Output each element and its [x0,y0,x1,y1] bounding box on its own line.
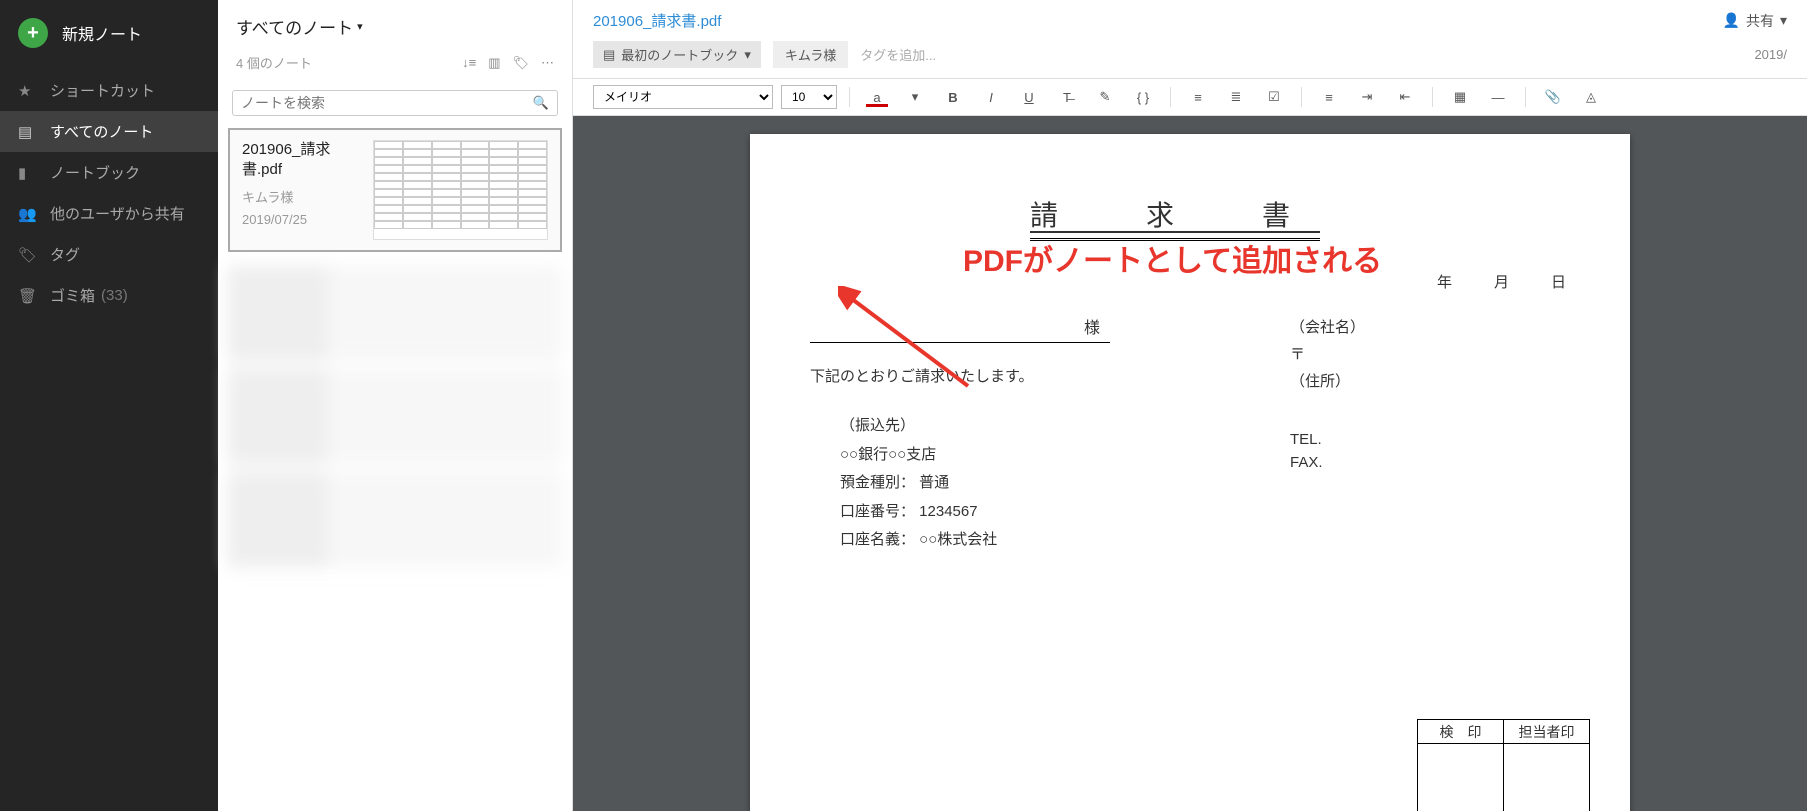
card-thumbnail [373,140,548,240]
share-icon: 👤 [1723,12,1740,29]
chevron-down-icon: ▾ [744,47,751,63]
nav-label: タグ [50,244,80,265]
tel: TEL. [1290,431,1570,448]
account-name: 口座名義： ○○株式会社 [840,526,1290,555]
sidebar: + 新規ノート ★ ショートカット ▤ すべてのノート ▮ ノートブック 👥 他… [0,0,218,811]
chevron-down-icon[interactable]: ▾ [900,85,930,109]
attachment-button[interactable]: 📎 [1538,85,1568,109]
account-type: 預金種別： 普通 [840,469,1290,498]
notebook-icon: ▮ [18,164,36,182]
share-label: 共有 [1746,11,1774,31]
notebook-selector[interactable]: ▤ 最初のノートブック ▾ [593,41,761,68]
notebook-icon: ▤ [603,47,615,63]
outdent-button[interactable]: ⇤ [1390,85,1420,109]
invoice-message: 下記のとおりご請求いたします。 [810,365,1290,386]
nav-shared[interactable]: 👥 他のユーザから共有 [0,193,218,234]
plus-icon: + [18,18,48,48]
strikethrough-button[interactable]: T̶ [1052,85,1082,109]
stamp-table: 検 印担当者印 [1417,719,1590,811]
nav-tags[interactable]: 🏷 タグ [0,234,218,275]
search-input[interactable] [241,95,533,111]
bold-button[interactable]: B [938,85,968,109]
more-button[interactable]: ◬ [1576,85,1606,109]
bullet-list-button[interactable]: ≡ [1183,85,1213,109]
nav-label: ノートブック [50,162,140,183]
table-button[interactable]: ▦ [1445,85,1475,109]
card-title: 201906_請求書.pdf [242,140,363,179]
bank-name: ○○銀行○○支店 [840,441,1290,470]
stamp-person-cell [1504,744,1590,811]
blurred-notes [218,256,572,811]
nav-all-notes[interactable]: ▤ すべてのノート [0,111,218,152]
hr-button[interactable]: — [1483,85,1513,109]
editor: 201906_請求書.pdf 👤 共有 ▾ ▤ 最初のノートブック ▾ キムラ様… [573,0,1807,811]
formatting-toolbar: メイリオ 10 a ▾ B I U T̶ ✎ { } ≡ ≣ ☑ ≡ ⇥ ⇤ ▦… [573,78,1807,116]
list-header: すべてのノート ▾ 4 個のノート ↓≡ ▥ 🏷 ⋯ [218,0,572,80]
nav-trash[interactable]: 🗑 ゴミ箱 (33) [0,275,218,316]
numbered-list-button[interactable]: ≣ [1221,85,1251,109]
fax: FAX. [1290,454,1570,471]
note-count: 4 個のノート [236,53,312,72]
checkbox-button[interactable]: ☑ [1259,85,1289,109]
nav-label: すべてのノート [50,121,153,142]
tag-icon: 🏷 [18,246,36,264]
nav-label: ショートカット [50,80,155,101]
card-tag: キムラ様 [242,187,363,206]
indent-button[interactable]: ⇥ [1352,85,1382,109]
invoice-bank-info: （振込先） ○○銀行○○支店 預金種別： 普通 口座番号： 1234567 口座… [810,412,1290,555]
note-card[interactable]: 201906_請求書.pdf キムラ様 2019/07/25 [228,128,562,252]
nav-trash-count: (33) [101,287,128,304]
search-box[interactable]: 🔍 [232,90,558,116]
postal-mark: 〒 [1290,343,1570,364]
card-date: 2019/07/25 [242,212,363,227]
share-button[interactable]: 👤 共有 ▾ [1723,11,1787,31]
highlight-button[interactable]: ✎ [1090,85,1120,109]
note-list-panel: すべてのノート ▾ 4 個のノート ↓≡ ▥ 🏷 ⋯ 🔍 201906_請求書.… [218,0,573,811]
font-size-select[interactable]: 10 [781,85,837,109]
stamp-inspect-header: 検 印 [1418,720,1504,744]
trash-icon: 🗑 [18,287,36,305]
address: （住所） [1290,370,1570,391]
chevron-down-icon: ▾ [1780,12,1787,29]
people-icon: 👥 [18,205,36,223]
tag-filter-button[interactable]: 🏷 [512,55,529,71]
new-note-label: 新規ノート [62,21,142,45]
notebook-name: 最初のノートブック [621,45,738,64]
font-color-button[interactable]: a [862,85,892,109]
font-select[interactable]: メイリオ [593,85,773,109]
nav-shortcuts[interactable]: ★ ショートカット [0,70,218,111]
stamp-person-header: 担当者印 [1504,720,1590,744]
document-canvas[interactable]: PDFがノートとして追加される 請 求 書 年 月 日 様 下記のとおりご請求い… [573,116,1807,811]
search-icon: 🔍 [533,95,549,111]
tag-input[interactable]: タグを追加... [860,45,936,64]
tag-chip[interactable]: キムラ様 [773,41,848,68]
sort-button[interactable]: ↓≡ [462,55,476,70]
stamp-inspect-cell [1418,744,1504,811]
note-date: 2019/ [1754,47,1787,62]
nav-label: ゴミ箱 [50,285,95,306]
list-title-label: すべてのノート [236,14,353,39]
chevron-down-icon: ▾ [357,20,363,33]
italic-button[interactable]: I [976,85,1006,109]
more-options-button[interactable]: ⋯ [541,55,554,71]
invoice-addressee: 様 [810,310,1110,343]
invoice-title: 請 求 書 [1030,194,1320,241]
underline-button[interactable]: U [1014,85,1044,109]
star-icon: ★ [18,82,36,100]
align-button[interactable]: ≡ [1314,85,1344,109]
nav-label: 他のユーザから共有 [50,203,185,224]
invoice-date: 年 月 日 [810,271,1570,292]
document-title[interactable]: 201906_請求書.pdf [593,10,721,31]
view-toggle-button[interactable]: ▥ [488,55,500,71]
note-icon: ▤ [18,123,36,141]
account-number: 口座番号： 1234567 [840,498,1290,527]
company-name: （会社名） [1290,316,1570,337]
code-button[interactable]: { } [1128,85,1158,109]
nav-notebooks[interactable]: ▮ ノートブック [0,152,218,193]
list-title-dropdown[interactable]: すべてのノート ▾ [236,14,554,39]
pdf-page: 請 求 書 年 月 日 様 下記のとおりご請求いたします。 （振込先） ○○銀行… [750,134,1630,811]
new-note-button[interactable]: + 新規ノート [0,8,218,58]
bank-header: （振込先） [840,412,1290,441]
nav: ★ ショートカット ▤ すべてのノート ▮ ノートブック 👥 他のユーザから共有… [0,70,218,316]
